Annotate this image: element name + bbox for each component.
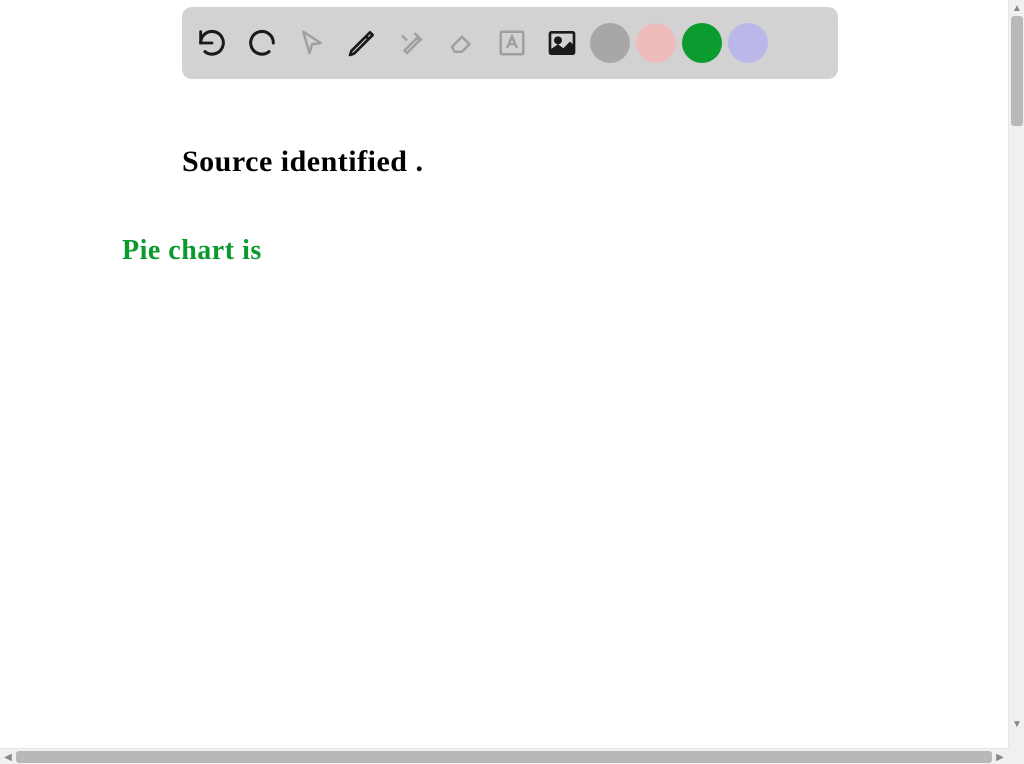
build-tools-icon bbox=[397, 28, 427, 58]
chevron-up-icon: ▲ bbox=[1012, 3, 1022, 14]
color-swatch-gray[interactable] bbox=[590, 23, 630, 63]
app-viewport: Source identified . Pie chart is ▲ ▼ ◀ ▶ bbox=[0, 0, 1024, 764]
chevron-right-icon: ▶ bbox=[996, 752, 1004, 763]
redo-icon bbox=[245, 26, 279, 60]
toolbar bbox=[182, 7, 838, 79]
pencil-tool-button[interactable] bbox=[340, 21, 384, 65]
color-swatch-lavender[interactable] bbox=[728, 23, 768, 63]
build-tools-button[interactable] bbox=[390, 21, 434, 65]
pencil-icon bbox=[346, 27, 378, 59]
horizontal-scrollbar[interactable]: ◀ ▶ bbox=[0, 748, 1024, 764]
eraser-icon bbox=[447, 28, 477, 58]
chevron-down-icon: ▼ bbox=[1012, 719, 1022, 730]
pointer-icon bbox=[297, 28, 327, 58]
image-tool-button[interactable] bbox=[540, 21, 584, 65]
color-swatch-green[interactable] bbox=[682, 23, 722, 63]
scroll-up-button[interactable]: ▲ bbox=[1009, 0, 1024, 16]
scroll-right-button[interactable]: ▶ bbox=[992, 749, 1008, 764]
text-tool-button[interactable] bbox=[490, 21, 534, 65]
redo-button[interactable] bbox=[240, 21, 284, 65]
text-icon bbox=[497, 28, 527, 58]
chevron-left-icon: ◀ bbox=[4, 752, 12, 763]
undo-button[interactable] bbox=[190, 21, 234, 65]
undo-icon bbox=[195, 26, 229, 60]
scrollbar-corner bbox=[1008, 748, 1024, 764]
scroll-down-button[interactable]: ▼ bbox=[1009, 716, 1024, 732]
vertical-scrollbar-thumb[interactable] bbox=[1011, 16, 1023, 126]
scroll-left-button[interactable]: ◀ bbox=[0, 749, 16, 764]
vertical-scrollbar[interactable]: ▲ ▼ bbox=[1008, 0, 1024, 748]
handwriting-line-1: Source identified . bbox=[182, 145, 423, 179]
image-icon bbox=[546, 27, 578, 59]
horizontal-scrollbar-thumb[interactable] bbox=[16, 751, 992, 763]
eraser-tool-button[interactable] bbox=[440, 21, 484, 65]
canvas-area[interactable]: Source identified . Pie chart is bbox=[0, 0, 1008, 748]
color-swatch-pink[interactable] bbox=[636, 23, 676, 63]
pointer-tool-button[interactable] bbox=[290, 21, 334, 65]
handwriting-line-2: Pie chart is bbox=[122, 235, 262, 267]
